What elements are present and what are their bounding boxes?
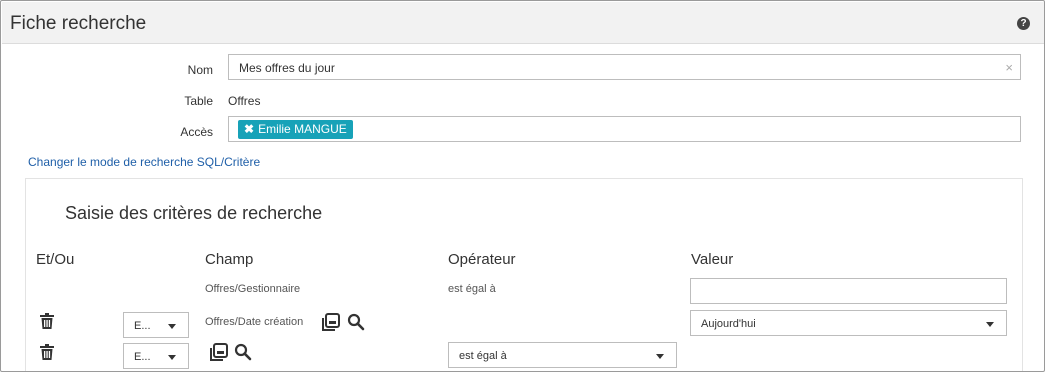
search-form-window: Fiche recherche ? Nom Mes offres du jour… (0, 0, 1045, 372)
page-header: Fiche recherche ? (2, 2, 1044, 44)
column-header-champ: Champ (205, 251, 254, 268)
row2-valeur-select[interactable]: Aujourd'hui (690, 310, 1007, 336)
search-icon[interactable] (234, 343, 252, 361)
switch-search-mode-link[interactable]: Changer le mode de recherche SQL/Critère (28, 155, 260, 169)
row2-valeur-value: Aujourd'hui (701, 318, 756, 330)
chevron-down-icon (168, 324, 176, 329)
trash-icon[interactable] (40, 344, 54, 360)
criteria-panel: Saisie des critères de recherche Et/Ou C… (25, 178, 1023, 371)
acces-label: Accès (180, 125, 213, 139)
question-circle-icon[interactable]: ? (1017, 17, 1030, 30)
chevron-down-icon (986, 322, 994, 327)
acces-input[interactable]: ✖ Emilie MANGUE (228, 116, 1021, 142)
row1-valeur-input[interactable] (690, 278, 1007, 304)
chevron-down-icon (656, 354, 664, 359)
trash-icon[interactable] (40, 313, 54, 329)
nom-label: Nom (187, 63, 213, 77)
row2-andor-select[interactable]: E... (123, 312, 189, 338)
column-header-operateur: Opérateur (448, 251, 516, 268)
row1-champ: Offres/Gestionnaire (205, 283, 301, 295)
search-icon[interactable] (347, 313, 365, 331)
nom-input[interactable]: Mes offres du jour × (228, 54, 1021, 80)
row3-andor-value: E... (134, 351, 151, 363)
acces-user-chip: ✖ Emilie MANGUE (238, 120, 353, 139)
column-header-valeur: Valeur (691, 251, 734, 268)
acces-chip-label: Emilie MANGUE (258, 122, 347, 136)
row2-andor-value: E... (134, 320, 151, 332)
column-header-et-ou: Et/Ou (36, 251, 75, 268)
copy-icon[interactable] (210, 343, 228, 361)
table-label: Table (184, 94, 213, 108)
row2-champ: Offres/Date création (205, 316, 304, 328)
page-title: Fiche recherche (10, 13, 147, 34)
row3-operateur-value: est égal à (459, 350, 507, 362)
row3-operateur-select[interactable]: est égal à (448, 342, 677, 368)
chevron-down-icon (168, 355, 176, 360)
clear-icon[interactable]: × (1005, 60, 1013, 75)
row3-andor-select[interactable]: E... (123, 343, 189, 369)
remove-chip-icon[interactable]: ✖ (244, 122, 254, 136)
criteria-title: Saisie des critères de recherche (65, 203, 323, 223)
table-value: Offres (228, 94, 261, 108)
row1-operateur: est égal à (448, 283, 496, 295)
copy-icon[interactable] (322, 313, 340, 331)
nom-input-value: Mes offres du jour (239, 61, 335, 75)
